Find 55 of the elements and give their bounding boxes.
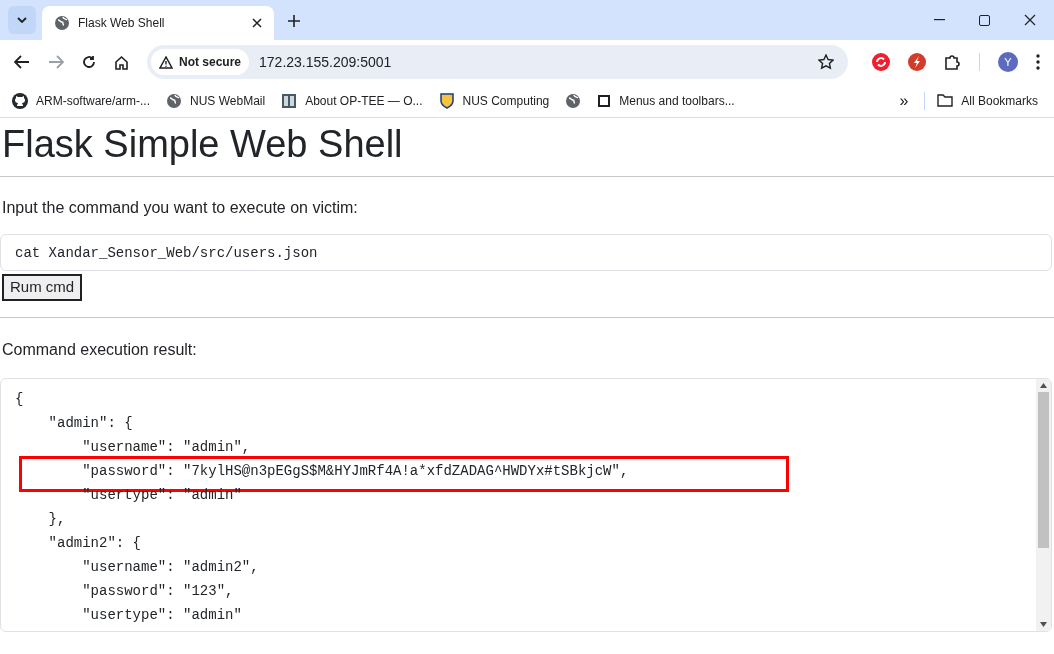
globe-icon [166, 92, 182, 109]
bookmark[interactable]: Menus and toolbars... [591, 87, 741, 114]
menu-icon[interactable] [1036, 54, 1040, 70]
scroll-down-icon[interactable] [1040, 621, 1047, 627]
code-line: "usertype": "admin" [81, 606, 242, 623]
minimize-icon[interactable] [934, 19, 945, 21]
command-field[interactable]: cat Xandar_Sensor_Web/src/users.json [0, 233, 1052, 271]
bookmark[interactable]: NUS Computing [432, 87, 556, 114]
code-line: "password": "123", [81, 582, 234, 599]
run-command-button[interactable]: Rum cmd [2, 273, 83, 301]
browser-tab[interactable]: Flask Web Shell [42, 6, 274, 40]
profile-avatar[interactable]: Y [998, 52, 1018, 72]
result-label: Command execution result: [1, 339, 198, 360]
github-icon [12, 92, 28, 109]
tab-title: Flask Web Shell [78, 15, 166, 32]
code-line: "admin2": { [47, 534, 142, 551]
folder-icon [937, 94, 954, 107]
bookmark[interactable]: NUS WebMail [160, 87, 272, 114]
prompt-text: Input the command you want to execute on victim: [1, 197, 359, 218]
scroll-up-icon[interactable] [1040, 382, 1047, 388]
url-text: 172.23.155.209:5001 [259, 52, 393, 72]
bookmark[interactable]: About OP-TEE — O... [275, 87, 429, 114]
puzzle-icon[interactable] [944, 53, 961, 71]
code-line: "password": "7kylHS@n3pEGgS$M&HYJmRf4A!a*xfdZADAG^HWDYx#tSBkjcW", [81, 462, 629, 479]
star-icon[interactable] [818, 54, 834, 70]
bolt-extension-icon[interactable] [908, 53, 926, 71]
globe-icon [565, 92, 582, 109]
crest-icon [438, 92, 455, 109]
bookmark[interactable]: ARM-software/arm-... [6, 87, 156, 114]
sync-extension-icon[interactable] [872, 53, 890, 71]
new-tab-icon[interactable] [288, 15, 300, 27]
all-bookmarks-button[interactable]: All Bookmarks [937, 91, 1048, 110]
security-chip[interactable]: Not secure [151, 49, 250, 75]
forward-icon[interactable] [48, 55, 64, 69]
code-line: }, [47, 510, 66, 527]
scrollbar[interactable] [1036, 378, 1051, 631]
home-icon[interactable] [114, 54, 129, 70]
page-heading: Flask Simple Web Shell [1, 122, 404, 167]
reload-icon[interactable] [82, 55, 96, 69]
code-line: "username": "admin", [81, 438, 251, 455]
chevron-down-icon [17, 17, 27, 23]
tab-search-button[interactable] [8, 6, 36, 34]
tab-globe-icon [54, 15, 70, 31]
code-line: { [15, 390, 24, 407]
back-icon[interactable] [14, 55, 30, 69]
code-line: "admin": { [47, 414, 133, 431]
more-bookmarks-button[interactable]: » [895, 88, 913, 113]
code-line: "username": "admin2", [81, 558, 259, 575]
maximize-icon[interactable] [979, 14, 990, 26]
warning-icon [159, 55, 173, 69]
book-icon [281, 92, 298, 109]
address-bar[interactable]: Not secure 172.23.155.209:5001 [147, 45, 848, 79]
close-icon[interactable] [1024, 14, 1036, 26]
square-icon [597, 93, 612, 108]
close-icon[interactable] [252, 18, 262, 28]
